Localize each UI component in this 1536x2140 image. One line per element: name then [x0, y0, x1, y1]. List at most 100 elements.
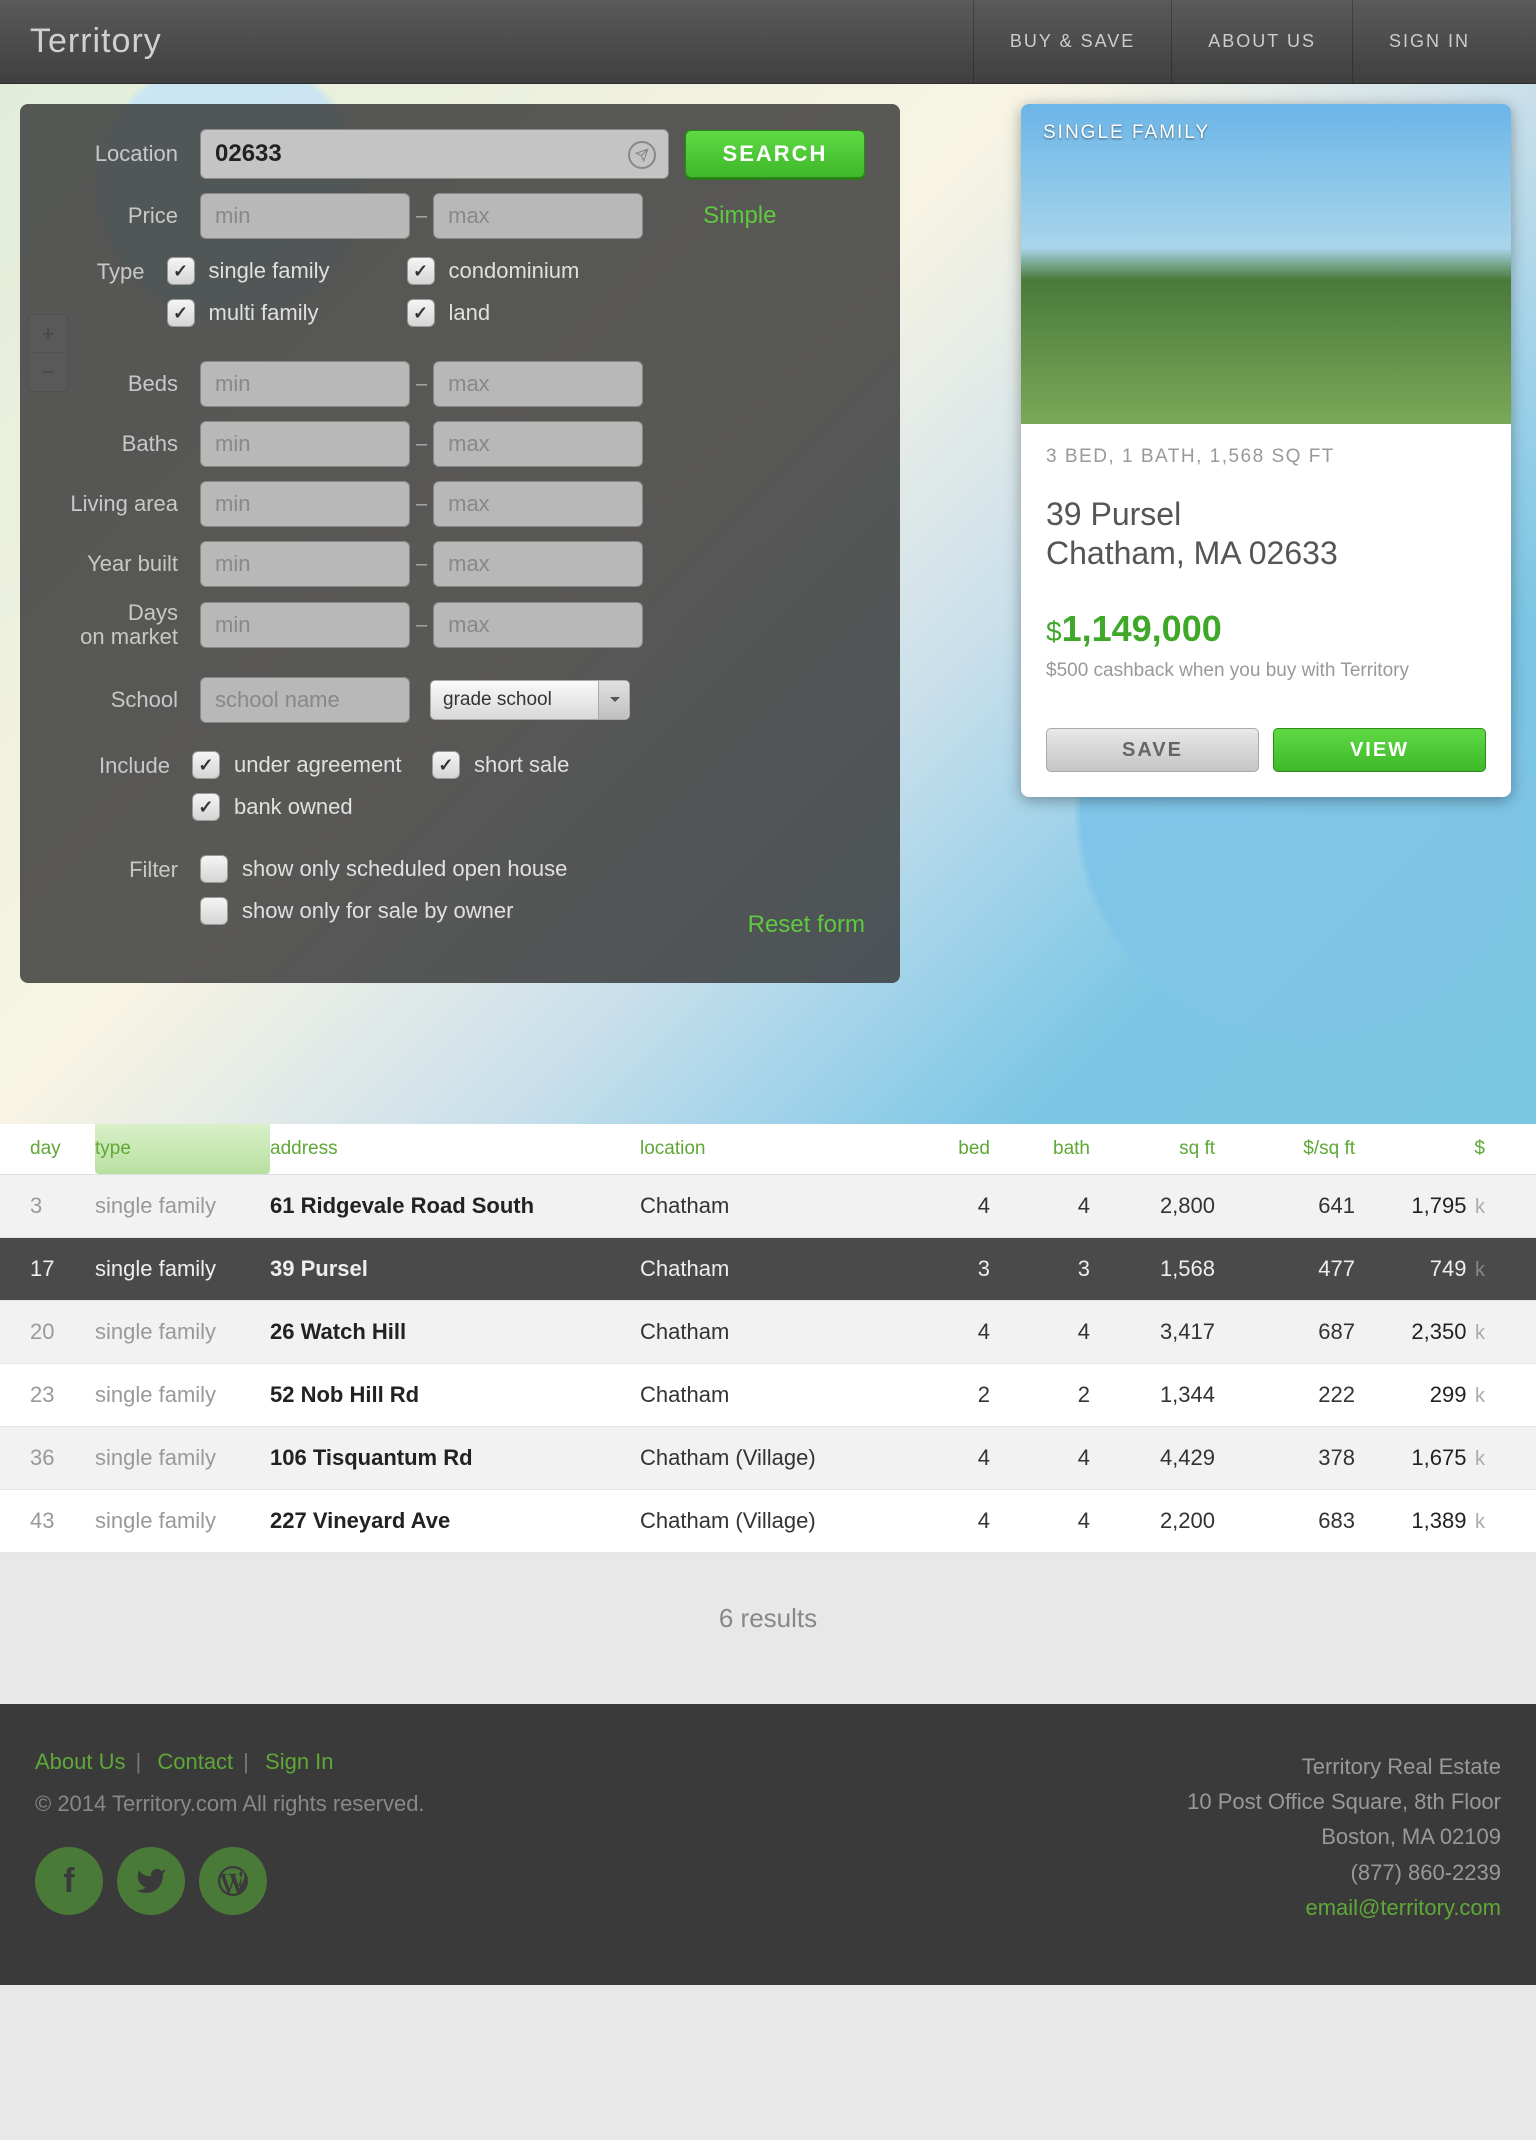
footer-about-link[interactable]: About Us: [35, 1749, 126, 1774]
map-area[interactable]: + − Location SEARCH Price – Simple Type …: [0, 84, 1536, 1124]
beds-max-input[interactable]: [433, 361, 643, 407]
location-input[interactable]: [215, 130, 610, 178]
table-row[interactable]: 43single family227 Vineyard AveChatham (…: [0, 1490, 1536, 1553]
cell-price: 749 k: [1355, 1256, 1485, 1282]
checkbox-label: single family: [209, 258, 330, 284]
checkbox[interactable]: [167, 257, 195, 285]
filter-checkboxes: show only scheduled open houseshow only …: [200, 855, 748, 939]
cell-address: 26 Watch Hill: [270, 1319, 640, 1345]
checkbox[interactable]: [407, 257, 435, 285]
checkbox-item: land: [407, 299, 647, 327]
cell-address: 39 Pursel: [270, 1256, 640, 1282]
nav-buy-save[interactable]: BUY & SAVE: [973, 0, 1171, 83]
days-min-input[interactable]: [200, 602, 410, 648]
checkbox-label: under agreement: [234, 752, 402, 778]
school-name-input[interactable]: [200, 677, 410, 723]
checkbox[interactable]: [192, 793, 220, 821]
cashback-text: $500 cashback when you buy with Territor…: [1046, 660, 1486, 682]
living-min-input[interactable]: [200, 481, 410, 527]
price-min-input[interactable]: [200, 193, 410, 239]
checkbox[interactable]: [167, 299, 195, 327]
table-row[interactable]: 36single family106 Tisquantum RdChatham …: [0, 1427, 1536, 1490]
cell-bath: 4: [990, 1193, 1090, 1219]
nav-sign-in[interactable]: SIGN IN: [1352, 0, 1506, 83]
footer-signin-link[interactable]: Sign In: [265, 1749, 334, 1774]
checkbox-label: show only for sale by owner: [242, 898, 513, 924]
cell-price: 1,389 k: [1355, 1508, 1485, 1534]
cell-day: 36: [30, 1445, 95, 1471]
location-label: Location: [55, 141, 200, 167]
nav-about-us[interactable]: ABOUT US: [1171, 0, 1352, 83]
table-row[interactable]: 20single family26 Watch HillChatham443,4…: [0, 1301, 1536, 1364]
footer: About Us| Contact| Sign In © 2014 Territ…: [0, 1704, 1536, 1985]
type-label: Type: [55, 257, 167, 285]
header-bath[interactable]: bath: [990, 1138, 1090, 1160]
baths-min-input[interactable]: [200, 421, 410, 467]
price-max-input[interactable]: [433, 193, 643, 239]
footer-contact-link[interactable]: Contact: [157, 1749, 233, 1774]
cell-location: Chatham: [640, 1382, 895, 1408]
table-row[interactable]: 23single family52 Nob Hill RdChatham221,…: [0, 1364, 1536, 1427]
save-button[interactable]: SAVE: [1046, 728, 1259, 772]
view-button[interactable]: VIEW: [1273, 728, 1486, 772]
simple-link[interactable]: Simple: [703, 202, 776, 230]
living-max-input[interactable]: [433, 481, 643, 527]
checkbox[interactable]: [200, 897, 228, 925]
checkbox-item: short sale: [432, 751, 672, 779]
wordpress-icon[interactable]: [199, 1847, 267, 1915]
logo[interactable]: Territory: [30, 22, 162, 61]
year-min-input[interactable]: [200, 541, 410, 587]
days-label: Dayson market: [55, 601, 200, 649]
table-row[interactable]: 3single family61 Ridgevale Road SouthCha…: [0, 1175, 1536, 1238]
days-max-input[interactable]: [433, 602, 643, 648]
cell-bed: 4: [895, 1508, 990, 1534]
copyright: © 2014 Territory.com All rights reserved…: [35, 1791, 425, 1817]
checkbox[interactable]: [200, 855, 228, 883]
results-header: day type address location bed bath sq ft…: [0, 1124, 1536, 1175]
header-price-sqft[interactable]: $/sq ft: [1215, 1138, 1355, 1160]
search-button[interactable]: SEARCH: [685, 130, 865, 178]
social-icons: f: [35, 1847, 425, 1915]
table-row[interactable]: 17single family39 PurselChatham331,56847…: [0, 1238, 1536, 1301]
header-price[interactable]: $: [1355, 1138, 1485, 1160]
reset-form-link[interactable]: Reset form: [748, 911, 865, 939]
checkbox[interactable]: [432, 751, 460, 779]
header-type[interactable]: type: [95, 1124, 270, 1174]
header-address[interactable]: address: [270, 1138, 640, 1160]
company-email[interactable]: email@territory.com: [1187, 1890, 1501, 1925]
beds-min-input[interactable]: [200, 361, 410, 407]
twitter-icon[interactable]: [117, 1847, 185, 1915]
include-checkboxes: under agreementshort salebank owned: [192, 751, 865, 835]
cell-price: 1,675 k: [1355, 1445, 1485, 1471]
property-image: SINGLE FAMILY: [1021, 104, 1511, 424]
header-day[interactable]: day: [30, 1138, 95, 1160]
cell-price-sqft: 687: [1215, 1319, 1355, 1345]
checkbox-label: short sale: [474, 752, 569, 778]
cell-day: 3: [30, 1193, 95, 1219]
cell-bath: 4: [990, 1445, 1090, 1471]
checkbox[interactable]: [192, 751, 220, 779]
cell-address: 61 Ridgevale Road South: [270, 1193, 640, 1219]
facebook-icon[interactable]: f: [35, 1847, 103, 1915]
cell-type: single family: [95, 1256, 270, 1282]
locate-icon[interactable]: [628, 141, 656, 169]
header-bed[interactable]: bed: [895, 1138, 990, 1160]
header-sqft[interactable]: sq ft: [1090, 1138, 1215, 1160]
year-max-input[interactable]: [433, 541, 643, 587]
cell-bed: 4: [895, 1193, 990, 1219]
company-addr1: 10 Post Office Square, 8th Floor: [1187, 1784, 1501, 1819]
company-phone: (877) 860-2239: [1187, 1855, 1501, 1890]
school-grade-select[interactable]: grade school: [430, 680, 630, 720]
header-location[interactable]: location: [640, 1138, 895, 1160]
cell-type: single family: [95, 1193, 270, 1219]
baths-max-input[interactable]: [433, 421, 643, 467]
checkbox[interactable]: [407, 299, 435, 327]
cell-sqft: 2,800: [1090, 1193, 1215, 1219]
checkbox-item: condominium: [407, 257, 647, 285]
cell-bed: 4: [895, 1319, 990, 1345]
cell-type: single family: [95, 1445, 270, 1471]
beds-label: Beds: [55, 371, 200, 397]
chevron-down-icon: [610, 697, 620, 707]
cell-price-sqft: 641: [1215, 1193, 1355, 1219]
school-label: School: [55, 687, 200, 713]
